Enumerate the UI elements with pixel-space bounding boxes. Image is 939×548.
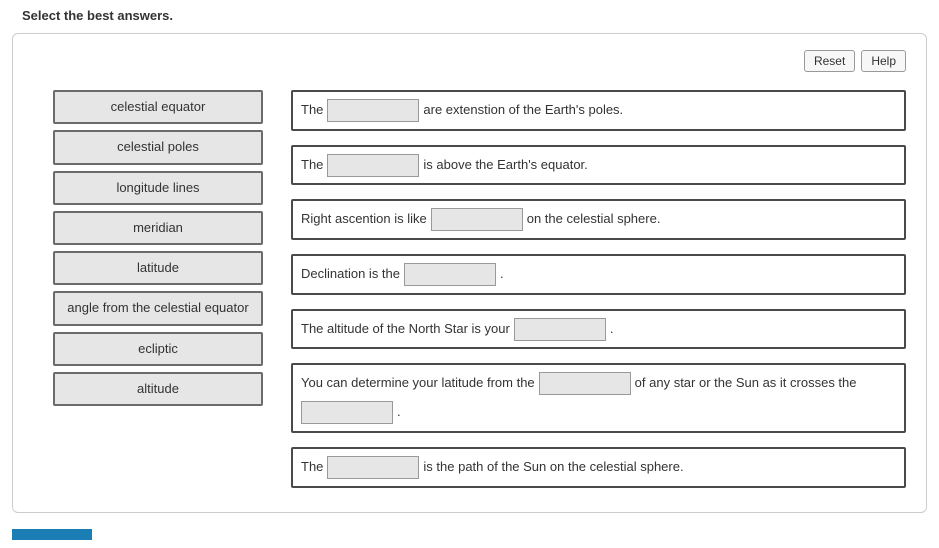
page-title: Select the best answers. <box>22 8 927 23</box>
term-ecliptic[interactable]: ecliptic <box>53 332 263 366</box>
term-celestial-poles[interactable]: celestial poles <box>53 130 263 164</box>
term-longitude-lines[interactable]: longitude lines <box>53 171 263 205</box>
sentence-text: is the path of the Sun on the celestial … <box>423 455 683 480</box>
sentence-text: Declination is the <box>301 262 400 287</box>
sentence-1: The are extenstion of the Earth's poles. <box>291 90 906 131</box>
terms-column: celestial equator celestial poles longit… <box>53 90 263 406</box>
drop-target[interactable] <box>431 208 523 231</box>
sentence-text: . <box>610 317 614 342</box>
sentence-text: The <box>301 455 323 480</box>
term-angle-from-celestial-equator[interactable]: angle from the celestial equator <box>53 291 263 325</box>
sentence-text: The <box>301 153 323 178</box>
progress-bar <box>12 529 92 540</box>
sentence-text: Right ascention is like <box>301 207 427 232</box>
drop-target[interactable] <box>327 456 419 479</box>
sentence-text: The <box>301 98 323 123</box>
sentence-text: You can determine your latitude from the <box>301 371 535 396</box>
drop-target[interactable] <box>301 401 393 424</box>
reset-button[interactable]: Reset <box>804 50 855 72</box>
sentence-text: . <box>500 262 504 287</box>
drop-target[interactable] <box>327 154 419 177</box>
sentence-text: The altitude of the North Star is your <box>301 317 510 342</box>
term-celestial-equator[interactable]: celestial equator <box>53 90 263 124</box>
sentence-text: on the celestial sphere. <box>527 207 661 232</box>
question-panel: Reset Help celestial equator celestial p… <box>12 33 927 513</box>
sentence-text: . <box>397 400 401 425</box>
sentence-5: The altitude of the North Star is your . <box>291 309 906 350</box>
sentence-2: The is above the Earth's equator. <box>291 145 906 186</box>
work-area: celestial equator celestial poles longit… <box>33 90 906 488</box>
drop-target[interactable] <box>539 372 631 395</box>
sentence-7: The is the path of the Sun on the celest… <box>291 447 906 488</box>
drop-target[interactable] <box>514 318 606 341</box>
sentence-6: You can determine your latitude from the… <box>291 363 906 432</box>
sentence-4: Declination is the . <box>291 254 906 295</box>
sentence-text: of any star or the Sun as it crosses the <box>635 371 857 396</box>
help-button[interactable]: Help <box>861 50 906 72</box>
term-latitude[interactable]: latitude <box>53 251 263 285</box>
drop-target[interactable] <box>327 99 419 122</box>
term-meridian[interactable]: meridian <box>53 211 263 245</box>
drop-target[interactable] <box>404 263 496 286</box>
sentences-column: The are extenstion of the Earth's poles.… <box>291 90 906 488</box>
sentence-text: are extenstion of the Earth's poles. <box>423 98 623 123</box>
top-buttons: Reset Help <box>33 50 906 72</box>
sentence-3: Right ascention is like on the celestial… <box>291 199 906 240</box>
sentence-text: is above the Earth's equator. <box>423 153 587 178</box>
term-altitude[interactable]: altitude <box>53 372 263 406</box>
